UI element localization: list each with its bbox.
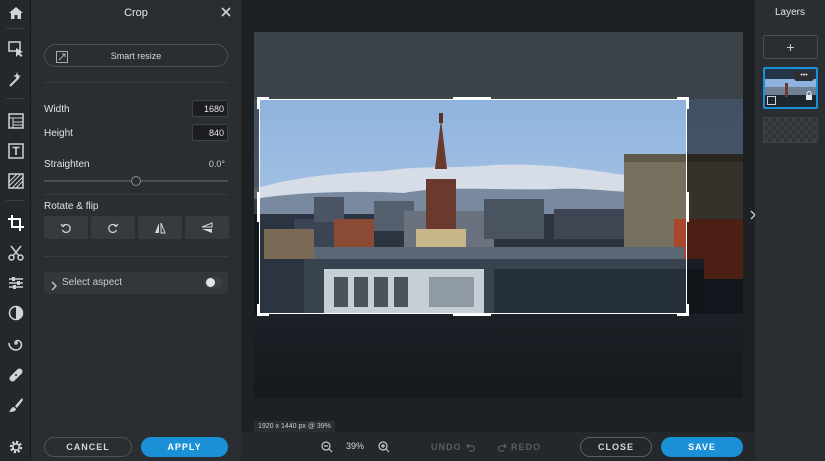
width-input[interactable] [192, 100, 228, 117]
crop-panel-header: Crop [31, 0, 241, 26]
height-label: Height [44, 128, 73, 139]
undo-icon [465, 443, 475, 452]
resize-icon [56, 50, 68, 63]
crop-icon[interactable] [2, 210, 29, 236]
panel-title: Crop [124, 7, 148, 19]
adjust-icon[interactable] [2, 270, 29, 296]
crop-handle-left[interactable] [257, 192, 260, 222]
crop-handle-bottom-right[interactable] [677, 304, 689, 316]
photo-editor-app: Crop Smart resize Width Height Straighte… [0, 0, 825, 461]
crop-handle-top[interactable] [453, 97, 491, 100]
height-input[interactable] [192, 124, 228, 141]
crop-handle-top-right[interactable] [677, 97, 689, 109]
save-button[interactable]: SAVE [661, 437, 743, 457]
flip-vertical-button[interactable] [185, 216, 229, 239]
plus-icon: + [786, 39, 795, 55]
crop-handle-right[interactable] [686, 192, 689, 222]
crop-panel: Crop Smart resize Width Height Straighte… [31, 0, 241, 461]
image-layer-icon [767, 96, 776, 105]
close-icon[interactable] [219, 5, 233, 19]
canvas-workspace [241, 0, 755, 432]
select-aspect-label: Select aspect [62, 277, 123, 288]
text-icon[interactable] [2, 138, 29, 164]
rotate-left-button[interactable] [44, 216, 88, 239]
straighten-slider-handle[interactable] [131, 176, 141, 186]
layer-item[interactable]: ••• [763, 67, 818, 109]
lock-icon[interactable] [805, 87, 813, 105]
zoom-out-icon[interactable] [321, 440, 333, 453]
select-aspect-row[interactable]: Select aspect [44, 272, 228, 294]
crop-handle-bottom-left[interactable] [257, 304, 269, 316]
layer-more-button[interactable]: ••• [794, 71, 814, 81]
tool-rail [0, 0, 31, 461]
straighten-value: 0.0° [208, 159, 225, 169]
redo-label: REDO [511, 442, 542, 452]
apply-button[interactable]: APPLY [141, 437, 228, 457]
crop-handle-top-left[interactable] [257, 97, 269, 109]
filter-icon[interactable] [2, 300, 29, 326]
flip-horizontal-icon [155, 222, 166, 233]
straighten-label: Straighten [44, 159, 90, 170]
zoom-level: 39% [346, 441, 365, 451]
magic-icon[interactable] [2, 66, 29, 92]
zoom-in-icon[interactable] [378, 440, 390, 453]
smart-resize-label: Smart resize [110, 50, 162, 61]
image-info: 1920 x 1440 px @ 39% [254, 421, 335, 432]
close-button[interactable]: CLOSE [580, 437, 652, 457]
smart-resize-button[interactable]: Smart resize [44, 44, 228, 67]
flip-vertical-icon [201, 221, 213, 233]
settings-icon[interactable] [2, 434, 29, 460]
rotate-right-button[interactable] [91, 216, 135, 239]
cut-icon[interactable] [2, 240, 29, 266]
heal-icon[interactable] [2, 362, 29, 388]
bottom-toolbar: 39% UNDO REDO CLOSE SAVE [241, 432, 755, 461]
undo-label: UNDO [431, 442, 462, 452]
empty-layer-slot[interactable] [763, 117, 818, 143]
chevron-right-icon [50, 278, 58, 291]
add-layer-button[interactable]: + [763, 35, 818, 59]
layout-icon[interactable] [2, 108, 29, 134]
undo-button[interactable]: UNDO [431, 442, 475, 452]
redo-icon [498, 443, 507, 452]
brush-icon[interactable] [2, 392, 29, 418]
rotate-flip-label: Rotate & flip [44, 201, 99, 212]
liquify-icon[interactable] [2, 330, 29, 356]
home-icon[interactable] [2, 0, 29, 26]
layers-title: Layers [774, 7, 805, 18]
rotate-left-icon [60, 223, 71, 233]
rotate-right-icon [108, 223, 119, 233]
layers-panel: Layers + ••• [755, 0, 825, 461]
texture-icon[interactable] [2, 168, 29, 194]
flip-horizontal-button[interactable] [138, 216, 182, 239]
crop-handle-bottom[interactable] [453, 313, 491, 316]
select-aspect-toggle[interactable] [204, 277, 222, 288]
crop-frame[interactable] [259, 99, 687, 314]
select-icon[interactable] [2, 36, 29, 62]
redo-button[interactable]: REDO [498, 442, 541, 452]
cancel-button[interactable]: CANCEL [44, 437, 132, 457]
width-label: Width [44, 104, 70, 115]
